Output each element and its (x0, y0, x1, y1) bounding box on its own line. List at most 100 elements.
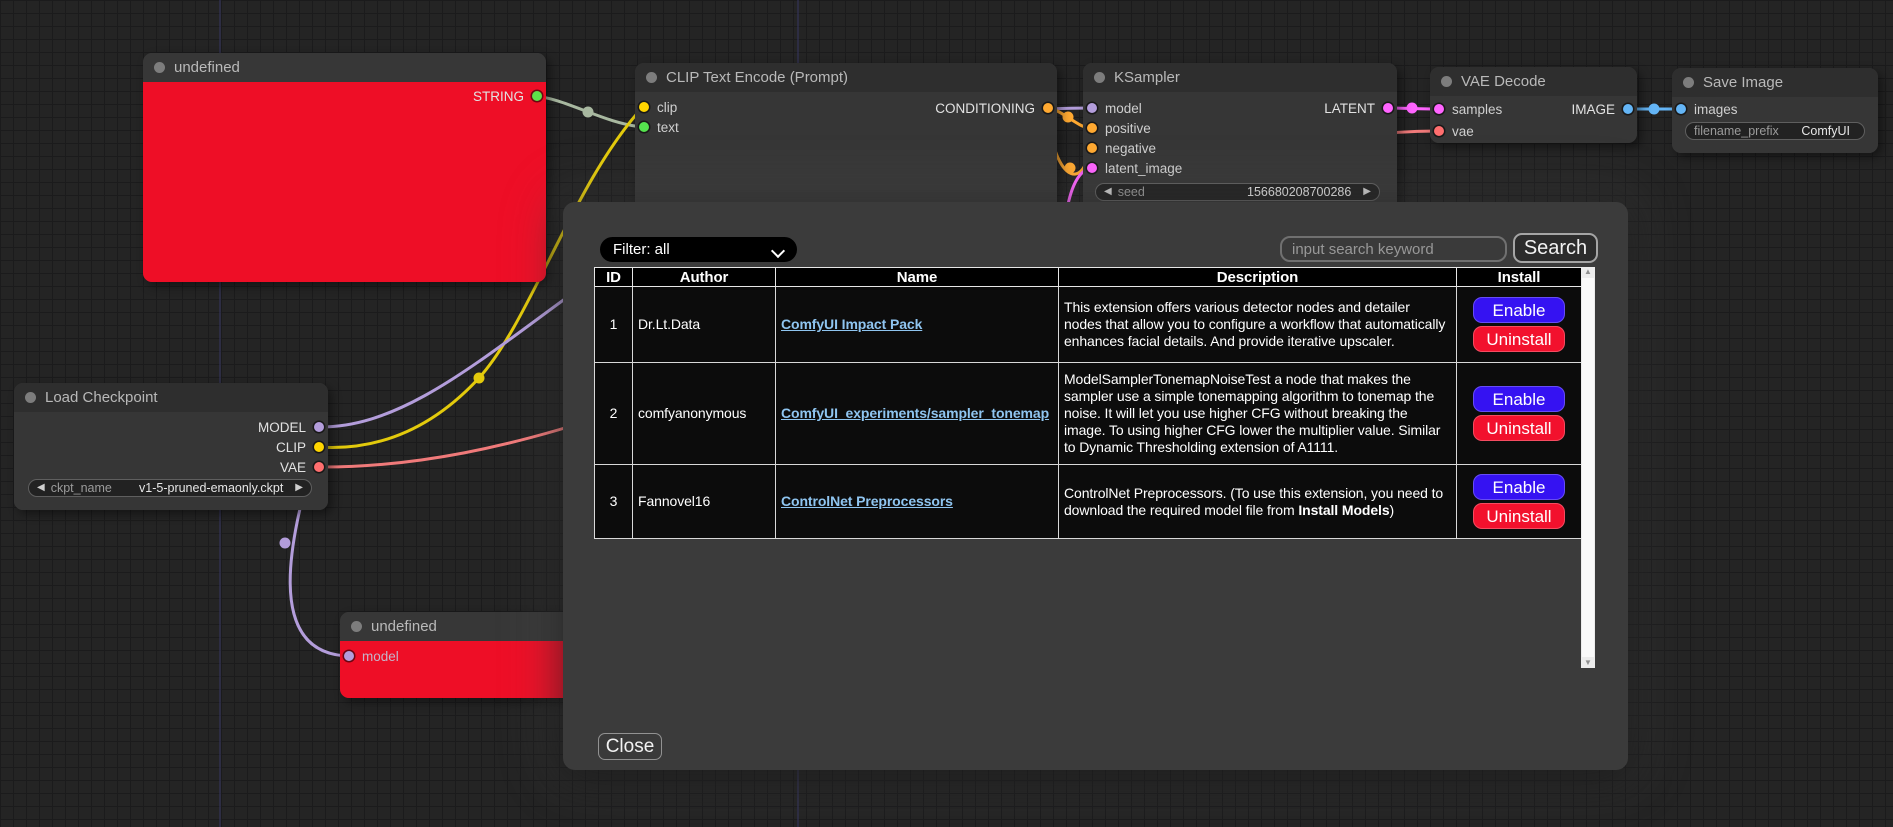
wire-midpoint-dot[interactable] (280, 538, 291, 549)
widget-ckpt_name[interactable]: ◀ckpt_namev1-5-pruned-emaonly.ckpt▶ (28, 479, 312, 497)
output-slot-vae: VAE (280, 460, 324, 474)
slot-label: model (1105, 101, 1142, 116)
slot-label: positive (1105, 121, 1151, 136)
slot-label: MODEL (258, 420, 306, 435)
wire-midpoint-dot[interactable] (583, 107, 594, 118)
uninstall-button[interactable]: Uninstall (1473, 415, 1565, 441)
cell-install: Enable Uninstall (1457, 363, 1582, 465)
widget-seed[interactable]: ◀seed156680208700286▶ (1095, 183, 1380, 201)
node-undefined-bottom[interactable]: undefinedmodel (340, 612, 600, 698)
cell-id: 3 (595, 465, 633, 539)
extension-link[interactable]: ComfyUI Impact Pack (781, 316, 922, 332)
slot-dot-icon[interactable] (314, 442, 324, 452)
scrollbar-thumb[interactable] (1582, 278, 1594, 657)
scroll-up-icon[interactable]: ▲ (1584, 267, 1592, 277)
slot-dot-icon[interactable] (532, 91, 542, 101)
widget-label: filename_prefix (1694, 124, 1779, 138)
table-scrollbar[interactable]: ▲ ▼ (1581, 267, 1595, 668)
slot-dot-icon[interactable] (1434, 126, 1444, 136)
slot-dot-icon[interactable] (344, 651, 354, 661)
widget-next-icon[interactable]: ▶ (295, 483, 303, 493)
column-header-name: Name (776, 268, 1059, 287)
widget-filename_prefix[interactable]: filename_prefixComfyUI (1685, 122, 1865, 140)
column-header-author: Author (633, 268, 776, 287)
slot-dot-icon[interactable] (1087, 103, 1097, 113)
output-slot-string: STRING (473, 89, 542, 103)
slot-dot-icon[interactable] (1623, 104, 1633, 114)
wire-midpoint-dot[interactable] (1065, 163, 1076, 174)
cell-id: 1 (595, 287, 633, 363)
wire-midpoint-dot[interactable] (474, 373, 485, 384)
widget-next-icon[interactable]: ▶ (1363, 187, 1371, 197)
slot-label: vae (1452, 124, 1474, 139)
enable-button[interactable]: Enable (1473, 386, 1565, 412)
slot-dot-icon[interactable] (314, 462, 324, 472)
cell-name: ComfyUI_experiments/sampler_tonemap (776, 363, 1059, 465)
extension-table-viewport: IDAuthorNameDescriptionInstall 1Dr.Lt.Da… (594, 267, 1595, 668)
node-load-checkpoint[interactable]: Load CheckpointMODELCLIPVAE◀ckpt_namev1-… (14, 383, 328, 510)
search-button[interactable]: Search (1513, 233, 1598, 263)
node-save-image[interactable]: Save Image images filename_prefixComfyUI (1672, 68, 1878, 153)
close-button[interactable]: Close (598, 733, 662, 760)
table-header-row: IDAuthorNameDescriptionInstall (595, 268, 1582, 287)
node-collapse-dot-icon[interactable] (25, 392, 36, 403)
input-slot-negative: negative (1087, 141, 1156, 155)
node-collapse-dot-icon[interactable] (154, 62, 165, 73)
cell-install: Enable Uninstall (1457, 465, 1582, 539)
input-slot-model: model (1087, 101, 1142, 115)
search-input[interactable] (1280, 236, 1507, 262)
column-header-description: Description (1059, 268, 1457, 287)
slot-dot-icon[interactable] (1383, 103, 1393, 113)
uninstall-button[interactable]: Uninstall (1473, 503, 1565, 529)
extension-row: 3Fannovel16ControlNet PreprocessorsContr… (595, 465, 1582, 539)
extension-link[interactable]: ControlNet Preprocessors (781, 493, 953, 509)
slot-label: CONDITIONING (935, 101, 1035, 116)
output-slot-clip: CLIP (276, 440, 324, 454)
node-collapse-dot-icon[interactable] (1094, 72, 1105, 83)
node-title-bar[interactable]: Load Checkpoint (14, 383, 328, 412)
slot-label: VAE (280, 460, 306, 475)
node-title-bar[interactable]: VAE Decode (1430, 67, 1637, 96)
wire-midpoint-dot[interactable] (1063, 112, 1074, 123)
widget-prev-icon[interactable]: ◀ (1104, 187, 1112, 197)
node-undefined-top[interactable]: undefined STRING (143, 53, 546, 282)
widget-prev-icon[interactable]: ◀ (37, 483, 45, 493)
enable-button[interactable]: Enable (1473, 297, 1565, 323)
extension-link[interactable]: ComfyUI_experiments/sampler_tonemap (781, 405, 1049, 421)
node-title-bar[interactable]: undefined (143, 53, 546, 82)
slot-dot-icon[interactable] (1087, 143, 1097, 153)
node-title: Load Checkpoint (45, 389, 158, 406)
widget-value: 156680208700286 (1247, 185, 1357, 199)
node-collapse-dot-icon[interactable] (1441, 76, 1452, 87)
slot-dot-icon[interactable] (1676, 104, 1686, 114)
output-slot-conditioning: CONDITIONING (935, 101, 1053, 115)
slot-dot-icon[interactable] (1087, 123, 1097, 133)
node-title: undefined (371, 618, 437, 635)
node-title-bar[interactable]: Save Image (1672, 68, 1878, 97)
node-title-bar[interactable]: KSampler (1083, 63, 1397, 92)
node-collapse-dot-icon[interactable] (1683, 77, 1694, 88)
slot-dot-icon[interactable] (1043, 103, 1053, 113)
node-vae-decode[interactable]: VAE DecodesamplesvaeIMAGE (1430, 67, 1637, 143)
slot-dot-icon[interactable] (639, 102, 649, 112)
input-slot-images: images (1676, 102, 1738, 116)
node-collapse-dot-icon[interactable] (646, 72, 657, 83)
node-title-bar[interactable]: CLIP Text Encode (Prompt) (635, 63, 1057, 92)
wire-midpoint-dot[interactable] (1407, 103, 1418, 114)
enable-button[interactable]: Enable (1473, 474, 1565, 500)
node-title-bar[interactable]: undefined (340, 612, 600, 641)
extension-row: 2comfyanonymousComfyUI_experiments/sampl… (595, 363, 1582, 465)
scroll-down-icon[interactable]: ▼ (1584, 658, 1592, 668)
description-text: This extension offers various detector n… (1064, 299, 1445, 349)
slot-dot-icon[interactable] (639, 122, 649, 132)
wire-midpoint-dot[interactable] (1649, 104, 1660, 115)
input-slot-samples: samples (1434, 102, 1502, 116)
slot-dot-icon[interactable] (314, 422, 324, 432)
uninstall-button[interactable]: Uninstall (1473, 326, 1565, 352)
slot-dot-icon[interactable] (1087, 163, 1097, 173)
slot-dot-icon[interactable] (1434, 104, 1444, 114)
node-collapse-dot-icon[interactable] (351, 621, 362, 632)
widget-label: ckpt_name (51, 481, 112, 495)
input-slot-text: text (639, 120, 679, 134)
filter-dropdown[interactable]: Filter: all (600, 237, 797, 262)
